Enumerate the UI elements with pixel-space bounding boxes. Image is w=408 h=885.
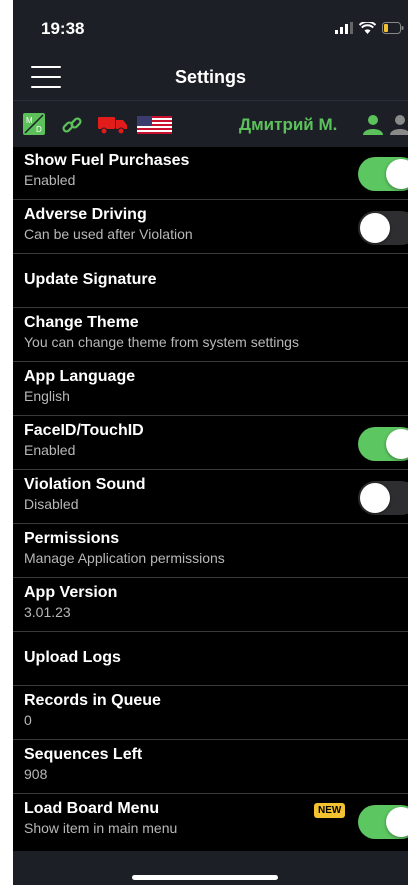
link-icon[interactable] (61, 114, 83, 136)
setting-subtitle: Can be used after Violation (24, 226, 193, 242)
setting-title: Change Theme (24, 314, 139, 331)
setting-row-show-fuel-purchases[interactable]: Show Fuel Purchases Enabled (13, 146, 408, 200)
svg-text:D: D (36, 125, 42, 134)
setting-title: Show Fuel Purchases (24, 152, 190, 169)
setting-row-load-board-menu[interactable]: Load Board Menu Show item in main menu N… (13, 794, 408, 848)
setting-subtitle: 3.01.23 (24, 604, 71, 620)
adverse-driving-toggle[interactable] (358, 211, 408, 245)
setting-row-app-version: App Version 3.01.23 (13, 578, 408, 632)
truck-icon[interactable] (98, 115, 128, 135)
setting-subtitle: You can change theme from system setting… (24, 334, 299, 350)
setting-title: Adverse Driving (24, 206, 147, 223)
driver-user-icon[interactable] (361, 112, 385, 136)
signal-icon (335, 22, 353, 34)
setting-title: Update Signature (24, 271, 157, 288)
setting-title: Violation Sound (24, 476, 146, 493)
setting-subtitle: Manage Application permissions (24, 550, 225, 566)
setting-title: Upload Logs (24, 649, 121, 666)
setting-row-change-theme[interactable]: Change Theme You can change theme from s… (13, 308, 408, 362)
setting-row-records-in-queue: Records in Queue 0 (13, 686, 408, 740)
setting-row-sequences-left: Sequences Left 908 (13, 740, 408, 794)
setting-subtitle: Enabled (24, 442, 76, 458)
setting-subtitle: 908 (24, 766, 48, 782)
setting-subtitle: Show item in main menu (24, 820, 178, 836)
setting-title: Records in Queue (24, 692, 161, 709)
status-bar: 19:38 (13, 0, 408, 54)
setting-subtitle: 0 (24, 712, 32, 728)
setting-row-upload-logs[interactable]: Upload Logs (13, 632, 408, 686)
new-badge: NEW (314, 803, 346, 818)
setting-row-violation-sound[interactable]: Violation Sound Disabled (13, 470, 408, 524)
phone-screen: 19:38 Settings M D Дмитрий М. Show Fuel … (13, 0, 408, 885)
driver-info-bar: M D Дмитрий М. (13, 100, 408, 147)
setting-title: Sequences Left (24, 746, 143, 763)
setting-subtitle: English (24, 388, 70, 404)
home-indicator[interactable] (132, 875, 278, 880)
setting-title: Permissions (24, 530, 120, 547)
us-flag-icon[interactable] (137, 116, 172, 134)
faceid-toggle[interactable] (358, 427, 408, 461)
setting-row-permissions[interactable]: Permissions Manage Application permissio… (13, 524, 408, 578)
md-duty-icon[interactable]: M D (23, 113, 45, 135)
setting-title: FaceID/TouchID (24, 422, 144, 439)
setting-row-update-signature[interactable]: Update Signature (13, 254, 408, 308)
codriver-user-icon[interactable] (388, 112, 408, 136)
setting-row-faceid-touchid[interactable]: FaceID/TouchID Enabled (13, 416, 408, 470)
setting-subtitle: Enabled (24, 172, 76, 188)
setting-row-adverse-driving[interactable]: Adverse Driving Can be used after Violat… (13, 200, 408, 254)
status-icons (335, 22, 404, 34)
settings-list: Show Fuel Purchases Enabled Adverse Driv… (13, 146, 408, 848)
setting-title: Load Board Menu (24, 800, 160, 817)
battery-icon (382, 22, 404, 34)
page-title: Settings (174, 67, 246, 87)
setting-row-app-language[interactable]: App Language English (13, 362, 408, 416)
setting-title: App Version (24, 584, 118, 601)
driver-name[interactable]: Дмитрий М. (239, 115, 337, 135)
svg-text:M: M (26, 116, 33, 125)
violation-sound-toggle[interactable] (358, 481, 408, 515)
wifi-icon (359, 22, 376, 34)
setting-subtitle: Disabled (24, 496, 79, 512)
status-time: 19:38 (41, 19, 85, 38)
setting-title: App Language (24, 368, 136, 385)
load-board-toggle[interactable] (358, 805, 408, 839)
fuel-purchases-toggle[interactable] (358, 157, 408, 191)
navigation-bar: Settings (13, 54, 408, 100)
